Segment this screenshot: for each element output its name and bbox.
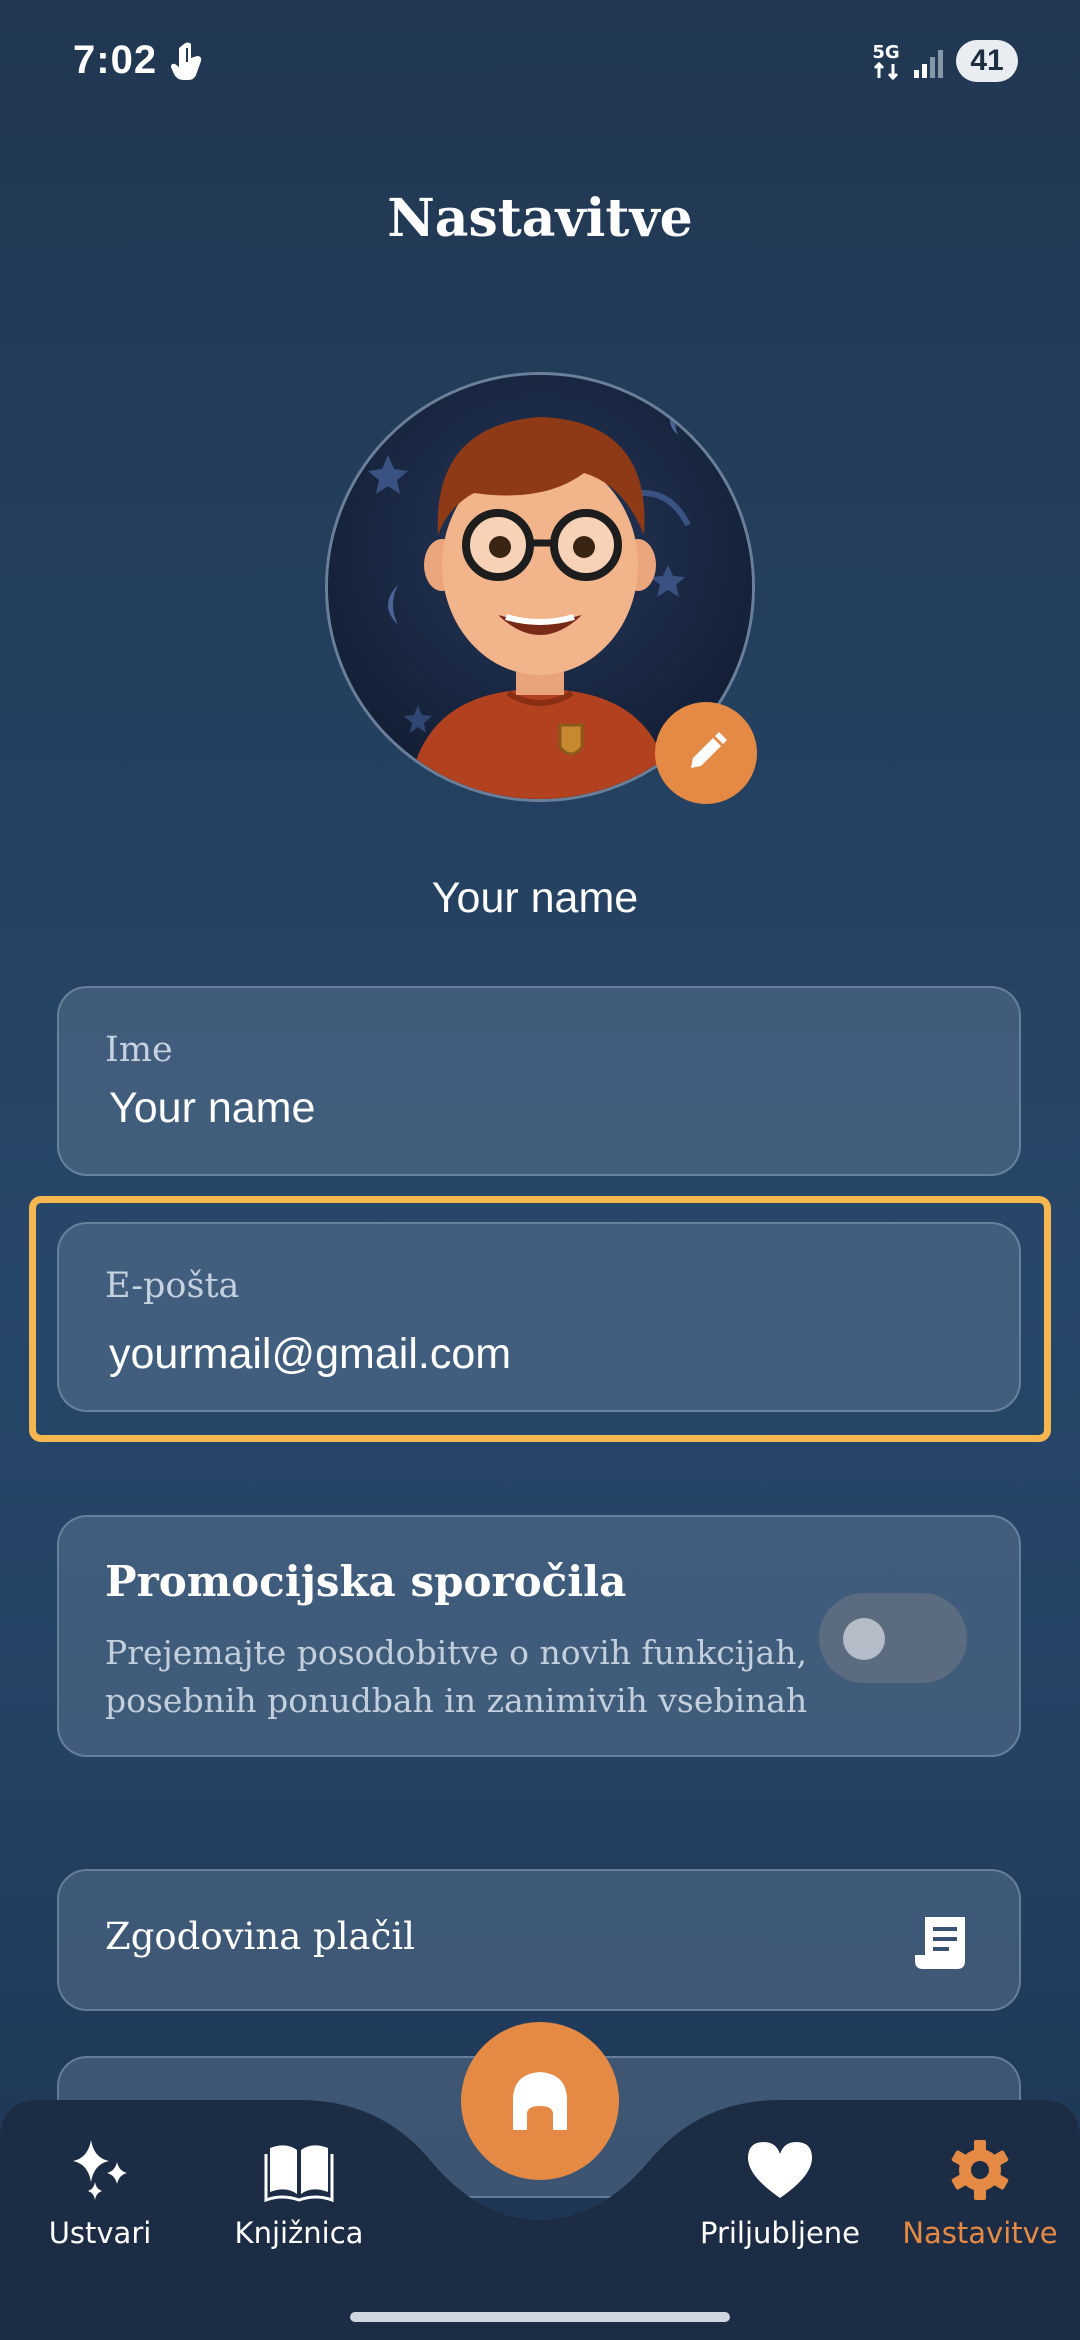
email-field-label: E-pošta (105, 1266, 240, 1306)
network-5g-icon: 5G (872, 42, 900, 81)
page-title: Nastavitve (387, 188, 693, 249)
avatar-container (325, 372, 757, 804)
promo-card: Promocijska sporočila Prejemajte posodob… (57, 1515, 1021, 1757)
status-bar: 7:02 5G 41 (0, 0, 1080, 120)
nav-label-favorites: Priljubljene (699, 2216, 861, 2250)
promo-title: Promocijska sporočila (105, 1557, 627, 1606)
battery-indicator: 41 (956, 40, 1018, 82)
payment-history-row[interactable]: Zgodovina plačil (57, 1869, 1021, 2011)
home-button[interactable] (461, 2022, 619, 2180)
nav-item-favorites[interactable]: Priljubljene (690, 2138, 870, 2250)
edit-avatar-button[interactable] (655, 702, 757, 804)
payment-history-label: Zgodovina plačil (105, 1915, 415, 1958)
signal-icon (914, 50, 943, 78)
pencil-icon (691, 732, 727, 768)
status-time: 7:02 (73, 38, 158, 82)
email-input[interactable] (109, 1330, 929, 1379)
castle-icon (513, 2072, 567, 2130)
name-field[interactable]: Ime (57, 986, 1021, 1176)
nav-item-settings[interactable]: Nastavitve (890, 2138, 1070, 2250)
svg-text:5G: 5G (872, 42, 899, 63)
promo-toggle[interactable] (819, 1593, 967, 1683)
email-field[interactable]: E-pošta (57, 1222, 1021, 1412)
gesture-hand-icon (171, 42, 202, 80)
name-input[interactable] (109, 1084, 929, 1133)
name-field-label: Ime (105, 1030, 173, 1070)
receipt-icon (915, 1917, 965, 1969)
gear-icon (951, 2140, 1009, 2200)
open-book-icon (264, 2145, 334, 2202)
profile-name: Your name (431, 874, 639, 922)
home-indicator[interactable] (350, 2312, 730, 2322)
sparkles-icon (73, 2140, 127, 2200)
heart-icon (748, 2142, 812, 2198)
nav-item-library[interactable]: Knjižnica (209, 2138, 389, 2250)
nav-label-create: Ustvari (48, 2216, 152, 2250)
toggle-knob (843, 1618, 885, 1660)
nav-label-library: Knjižnica (234, 2216, 364, 2250)
promo-description: Prejemajte posodobitve o novih funkcijah… (105, 1633, 808, 1720)
nav-item-create[interactable]: Ustvari (10, 2138, 190, 2250)
nav-label-settings: Nastavitve (902, 2216, 1058, 2250)
